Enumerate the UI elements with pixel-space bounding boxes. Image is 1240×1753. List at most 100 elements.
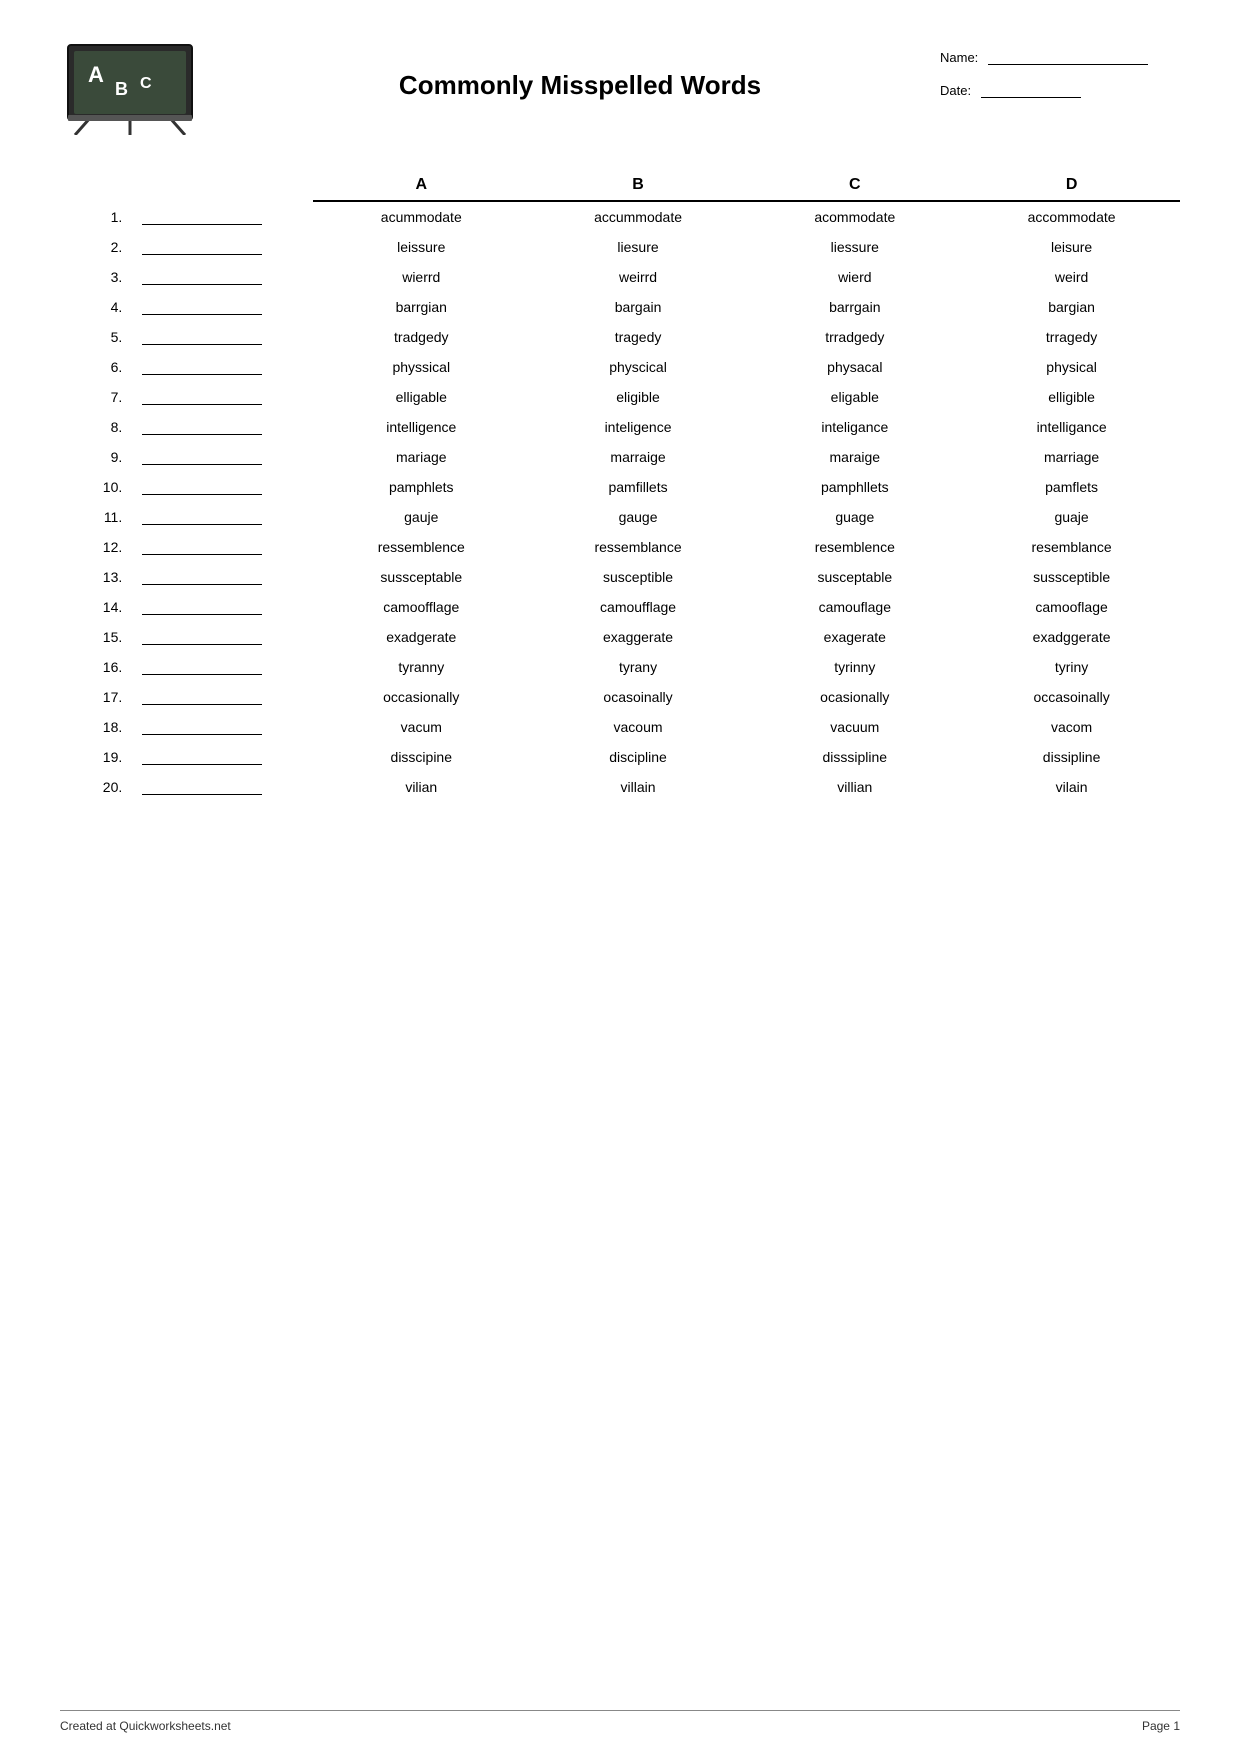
footer-left: Created at Quickworksheets.net [60, 1719, 231, 1733]
answer-blank[interactable] [142, 479, 262, 495]
col-a-cell: camoofflage [313, 592, 530, 622]
col-a-cell: elligable [313, 382, 530, 412]
answer-blank[interactable] [142, 449, 262, 465]
col-c-cell: liessure [746, 232, 963, 262]
answer-blank[interactable] [142, 779, 262, 795]
col-c-cell: physacal [746, 352, 963, 382]
col-b-cell: villain [530, 772, 747, 802]
answer-cell[interactable] [132, 232, 313, 262]
table-row: 15.exadgerateexaggerateexagerateexadgger… [60, 622, 1180, 652]
answer-cell[interactable] [132, 382, 313, 412]
table-row: 14. camoofflagecamoufflagecamouflagecamoo… [60, 592, 1180, 622]
table-row: 10.pamphletspamfilletspamphlletspamflets [60, 472, 1180, 502]
worksheet-page: A B C Commonly Misspelled Words Name: Da… [0, 0, 1240, 1753]
col-c-cell: disssipline [746, 742, 963, 772]
answer-blank[interactable] [142, 569, 262, 585]
col-c-cell: camouflage [746, 592, 963, 622]
answer-cell[interactable] [132, 682, 313, 712]
name-underline[interactable] [988, 64, 1148, 65]
answer-cell[interactable] [132, 592, 313, 622]
answer-cell[interactable] [132, 292, 313, 322]
col-c-cell: tyrinny [746, 652, 963, 682]
logo-area: A B C [60, 40, 220, 138]
table-row: 18.vacumvacoumvacuumvacom [60, 712, 1180, 742]
answer-cell[interactable] [132, 652, 313, 682]
col-c-cell: wierd [746, 262, 963, 292]
col-num-header [60, 168, 132, 201]
col-d-cell: vilain [963, 772, 1180, 802]
svg-text:C: C [140, 75, 152, 92]
col-d-cell: accommodate [963, 201, 1180, 232]
col-a-cell: ressemblence [313, 532, 530, 562]
col-a-cell: sussceptable [313, 562, 530, 592]
col-b-cell: tragedy [530, 322, 747, 352]
col-c-cell: trradgedy [746, 322, 963, 352]
answer-cell[interactable] [132, 622, 313, 652]
answer-cell[interactable] [132, 772, 313, 802]
col-b-cell: pamfillets [530, 472, 747, 502]
col-b-cell: camoufflage [530, 592, 747, 622]
answer-blank[interactable] [142, 749, 262, 765]
answer-cell[interactable] [132, 412, 313, 442]
table-row: 6.physsicalphyscicalphysacalphysical [60, 352, 1180, 382]
page-title: Commonly Misspelled Words [220, 70, 940, 101]
answer-cell[interactable] [132, 502, 313, 532]
answer-cell[interactable] [132, 562, 313, 592]
col-a-cell: tyranny [313, 652, 530, 682]
worksheet-table: A B C D 1.acummodateaccummodateacommodat… [60, 168, 1180, 802]
answer-cell[interactable] [132, 262, 313, 292]
answer-blank[interactable] [142, 629, 262, 645]
answer-blank[interactable] [142, 509, 262, 525]
col-d-cell: bargian [963, 292, 1180, 322]
answer-blank[interactable] [142, 419, 262, 435]
answer-blank[interactable] [142, 329, 262, 345]
name-line: Name: [940, 50, 1180, 65]
answer-blank[interactable] [142, 599, 262, 615]
col-c-cell: resemblence [746, 532, 963, 562]
answer-cell[interactable] [132, 472, 313, 502]
answer-blank[interactable] [142, 719, 262, 735]
table-row: 3.wierrdweirrdwierdweird [60, 262, 1180, 292]
table-header-row: A B C D [60, 168, 1180, 201]
table-row: 16.tyrannytyranytyrinnytyriny [60, 652, 1180, 682]
answer-cell[interactable] [132, 201, 313, 232]
row-number: 5. [60, 322, 132, 352]
answer-blank[interactable] [142, 299, 262, 315]
answer-cell[interactable] [132, 742, 313, 772]
col-b-cell: gauge [530, 502, 747, 532]
table-row: 9.mariagemarraigemaraigemarriage [60, 442, 1180, 472]
answer-blank[interactable] [142, 389, 262, 405]
svg-text:A: A [88, 62, 104, 87]
answer-blank[interactable] [142, 659, 262, 675]
col-d-cell: pamflets [963, 472, 1180, 502]
col-c-cell: guage [746, 502, 963, 532]
answer-blank[interactable] [142, 539, 262, 555]
col-d-cell: resemblance [963, 532, 1180, 562]
answer-blank[interactable] [142, 689, 262, 705]
row-number: 20. [60, 772, 132, 802]
col-d-cell: camooflage [963, 592, 1180, 622]
answer-cell[interactable] [132, 322, 313, 352]
col-d-cell: vacom [963, 712, 1180, 742]
row-number: 14. [60, 592, 132, 622]
col-d-cell: tyriny [963, 652, 1180, 682]
name-date-area: Name: Date: [940, 40, 1180, 116]
col-a-cell: vacum [313, 712, 530, 742]
answer-blank[interactable] [142, 269, 262, 285]
date-underline[interactable] [981, 97, 1081, 98]
answer-cell[interactable] [132, 532, 313, 562]
col-c-cell: inteligance [746, 412, 963, 442]
row-number: 19. [60, 742, 132, 772]
answer-blank[interactable] [142, 239, 262, 255]
answer-cell[interactable] [132, 352, 313, 382]
col-b-cell: marraige [530, 442, 747, 472]
table-row: 13.sussceptablesusceptiblesusceptablesus… [60, 562, 1180, 592]
answer-blank[interactable] [142, 359, 262, 375]
table-row: 11.gaujegaugeguageguaje [60, 502, 1180, 532]
table-row: 4.barrgianbargainbarrgainbargian [60, 292, 1180, 322]
col-a-cell: physsical [313, 352, 530, 382]
answer-cell[interactable] [132, 712, 313, 742]
answer-cell[interactable] [132, 442, 313, 472]
row-number: 18. [60, 712, 132, 742]
answer-blank[interactable] [142, 209, 262, 225]
